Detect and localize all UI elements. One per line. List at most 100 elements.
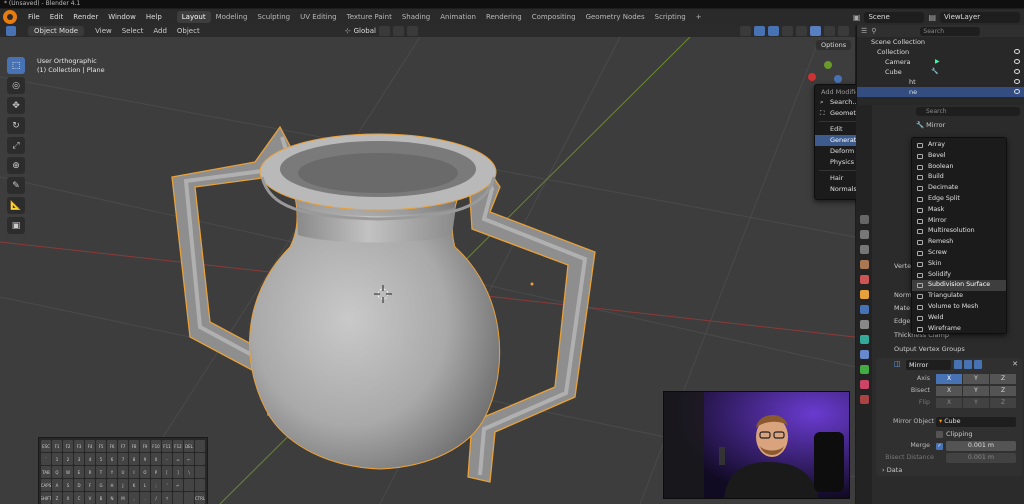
materials-panel-label[interactable]: Mate [894, 304, 910, 312]
tab-texture-paint[interactable]: Texture Paint [342, 11, 397, 23]
data-panel-header[interactable]: › Data [882, 466, 902, 474]
outliner-search-input[interactable]: Search [920, 26, 981, 36]
xray-button[interactable] [782, 26, 793, 36]
generate-item-multiresolution[interactable]: Multiresolution [912, 226, 1006, 237]
generate-item-mirror[interactable]: Mirror [912, 216, 1006, 227]
edit-mode-toggle[interactable] [954, 360, 962, 369]
outliner-row-light[interactable]: ht [857, 77, 1024, 87]
scene-tab-icon[interactable] [859, 260, 869, 269]
world-tab-icon[interactable] [859, 275, 869, 284]
tool-tab-icon[interactable] [859, 215, 869, 224]
generate-item-array[interactable]: Array [912, 140, 1006, 151]
render-tab-icon[interactable] [859, 230, 869, 239]
output-tab-icon[interactable] [859, 245, 869, 254]
tab-modeling[interactable]: Modeling [211, 11, 253, 23]
camera-data-icon[interactable]: ▶ [935, 57, 940, 67]
mirror-object-field[interactable]: ▾ Cube [936, 417, 1016, 427]
tab-compositing[interactable]: Compositing [527, 11, 581, 23]
mode-selector[interactable]: Object Mode [28, 26, 85, 36]
bisect-y-toggle[interactable]: Y [963, 386, 989, 396]
menu-edit[interactable]: Edit [45, 13, 69, 21]
generate-item-decimate[interactable]: Decimate [912, 183, 1006, 194]
options-button[interactable]: Options [816, 40, 852, 50]
menu-window[interactable]: Window [103, 13, 141, 21]
outliner-row-collection[interactable]: Collection [857, 47, 1024, 57]
bisect-z-toggle[interactable]: Z [990, 386, 1016, 396]
generate-item-edge-split[interactable]: Edge Split [912, 194, 1006, 205]
object-tab-icon[interactable] [859, 290, 869, 299]
eye-icon[interactable] [1014, 49, 1020, 54]
proportional-edit-button[interactable] [406, 26, 418, 36]
close-icon[interactable]: ✕ [1012, 360, 1018, 368]
edge-data-panel-label[interactable]: Edge [894, 317, 910, 325]
normals-panel-label[interactable]: Norm [894, 291, 912, 299]
clipping-checkbox[interactable] [936, 431, 943, 438]
measure-tool-icon[interactable]: 📐 [7, 197, 25, 214]
cursor-tool-icon[interactable]: ◎ [7, 77, 25, 94]
axis-y-toggle[interactable]: Y [963, 374, 989, 384]
filter-icon[interactable]: ⚲ [871, 27, 876, 35]
eye-icon[interactable] [1014, 89, 1020, 94]
orientation-selector[interactable]: Global [354, 27, 376, 35]
outliner-editor-icon[interactable]: ☰ [861, 27, 867, 35]
bisect-distance-field[interactable]: 0.001 m [946, 453, 1016, 463]
menu-select[interactable]: Select [117, 27, 149, 35]
generate-item-wireframe[interactable]: Wireframe [912, 324, 1006, 335]
tab-rendering[interactable]: Rendering [481, 11, 527, 23]
eye-icon[interactable] [1014, 69, 1020, 74]
snap-button[interactable] [392, 26, 404, 36]
tab-shading[interactable]: Shading [397, 11, 435, 23]
generate-item-volume-to-mesh[interactable]: Volume to Mesh [912, 302, 1006, 313]
flip-y-toggle[interactable]: Y [963, 398, 989, 408]
material-shading-button[interactable] [824, 26, 835, 36]
navigation-gizmo[interactable] [808, 61, 842, 83]
particles-tab-icon[interactable] [859, 320, 869, 329]
pivot-button[interactable] [378, 26, 390, 36]
tab-uv-editing[interactable]: UV Editing [295, 11, 342, 23]
scene-selector[interactable]: Scene [864, 11, 925, 23]
eye-icon[interactable] [1014, 79, 1020, 84]
generate-item-triangulate[interactable]: Triangulate [912, 291, 1006, 302]
tab-sculpting[interactable]: Sculpting [252, 11, 295, 23]
generate-item-boolean[interactable]: Boolean [912, 162, 1006, 173]
merge-checkbox[interactable]: ✓ [936, 443, 943, 450]
outliner-row-plane[interactable]: ne [857, 87, 1024, 97]
transform-tool-icon[interactable]: ⊕ [7, 157, 25, 174]
menu-file[interactable]: File [23, 13, 45, 21]
tab-layout[interactable]: Layout [176, 11, 211, 23]
solid-shading-button[interactable] [810, 26, 821, 36]
visibility-button[interactable] [740, 26, 751, 36]
blender-logo-icon[interactable] [3, 10, 17, 24]
tab-animation[interactable]: Animation [435, 11, 481, 23]
generate-item-remesh[interactable]: Remesh [912, 237, 1006, 248]
modifier-name-field[interactable]: Mirror [906, 360, 951, 370]
viewport-toggle[interactable] [964, 360, 972, 369]
render-toggle[interactable] [974, 360, 982, 369]
outliner-row-cube[interactable]: Cube 🔧 [857, 67, 1024, 77]
scale-tool-icon[interactable]: ⤢ [7, 137, 25, 154]
select-tool-icon[interactable]: ⬚ [7, 57, 25, 74]
rotate-tool-icon[interactable]: ↻ [7, 117, 25, 134]
view-layer-selector[interactable]: ViewLayer [940, 11, 1020, 23]
menu-render[interactable]: Render [68, 13, 103, 21]
generate-item-build[interactable]: Build [912, 172, 1006, 183]
wireframe-shading-button[interactable] [796, 26, 807, 36]
overlay-button[interactable] [768, 26, 779, 36]
tab-scripting[interactable]: Scripting [650, 11, 691, 23]
texture-tab-icon[interactable] [859, 395, 869, 404]
material-tab-icon[interactable] [859, 380, 869, 389]
generate-item-screw[interactable]: Screw [912, 248, 1006, 259]
outliner-row-camera[interactable]: Camera ▶ [857, 57, 1024, 67]
editor-type-icon[interactable] [6, 26, 16, 36]
menu-view[interactable]: View [90, 27, 117, 35]
generate-item-subdivision-surface[interactable]: Subdivision Surface [912, 280, 1006, 292]
3d-viewport[interactable]: User Orthographic (1) Collection | Plane… [0, 37, 855, 504]
outliner-row-scene-collection[interactable]: Scene Collection [857, 37, 1024, 47]
merge-distance-field[interactable]: 0.001 m [946, 441, 1016, 451]
gizmo-button[interactable] [754, 26, 765, 36]
add-cube-tool-icon[interactable]: ▣ [7, 217, 25, 234]
generate-item-skin[interactable]: Skin [912, 259, 1006, 270]
menu-object[interactable]: Object [172, 27, 205, 35]
move-tool-icon[interactable]: ✥ [7, 97, 25, 114]
tab-geometry-nodes[interactable]: Geometry Nodes [581, 11, 650, 23]
